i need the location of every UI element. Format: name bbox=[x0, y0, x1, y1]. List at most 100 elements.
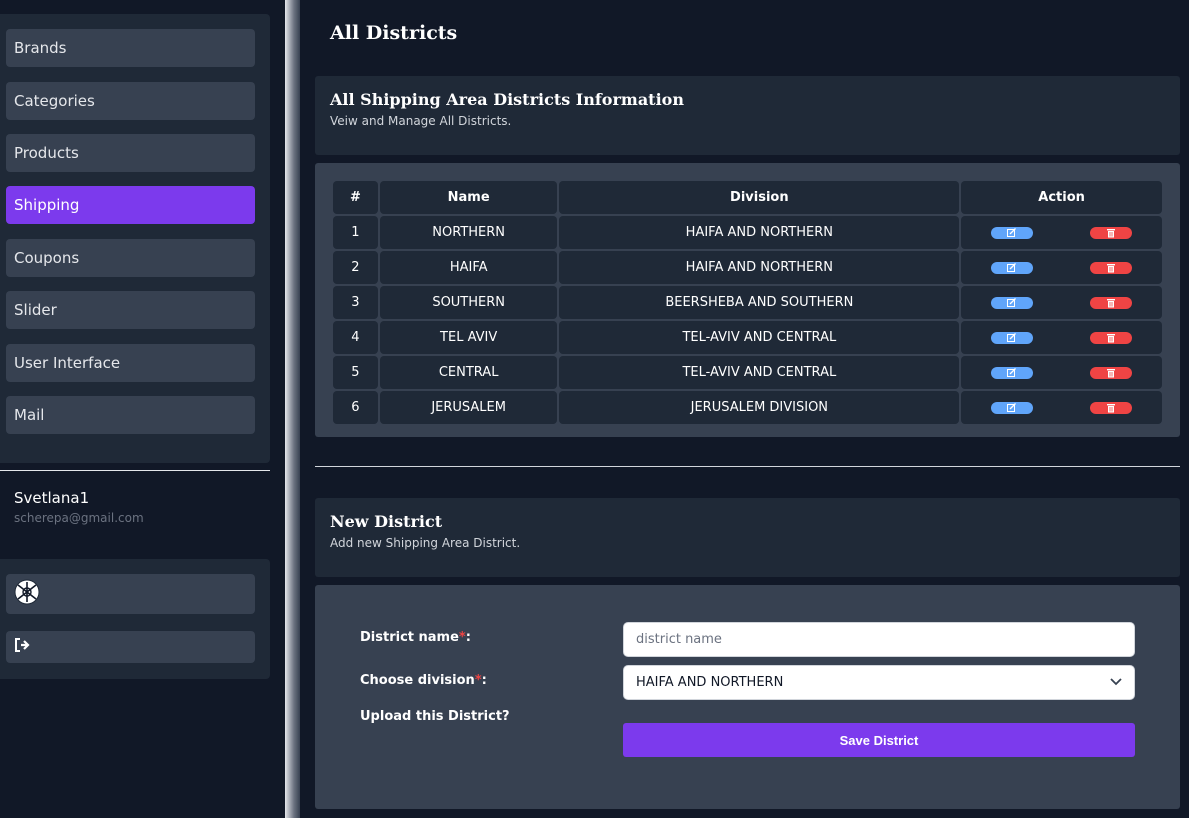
save-district-button[interactable]: Save District bbox=[623, 723, 1135, 757]
new-district-title: New District bbox=[330, 512, 443, 531]
row-division: TEL-AVIV AND CENTRAL bbox=[559, 356, 960, 389]
new-district-subtitle: Add new Shipping Area District. bbox=[330, 536, 521, 550]
profile-button[interactable] bbox=[6, 574, 255, 614]
new-district-form: District name*: Choose division*: HAIFA … bbox=[315, 585, 1180, 809]
row-division: HAIFA AND NORTHERN bbox=[559, 251, 960, 284]
districts-table-body: 1 NORTHERN HAIFA AND NORTHERN 2 HAIFA HAIFA A… bbox=[333, 216, 1162, 424]
sidebar-item-label: Mail bbox=[14, 406, 45, 424]
avatar-icon bbox=[14, 579, 40, 609]
trash-icon bbox=[1107, 263, 1115, 272]
districts-table-card: # Name Division Action 1 NORTHERN HAIFA AN… bbox=[315, 163, 1180, 437]
table-row: 3 SOUTHERN BEERSHEBA AND SOUTHERN bbox=[333, 286, 1162, 319]
row-actions bbox=[961, 356, 1162, 389]
district-name-label: District name*: bbox=[360, 630, 471, 645]
row-actions bbox=[961, 391, 1162, 424]
row-division: JERUSALEM DIVISION bbox=[559, 391, 960, 424]
row-number: 6 bbox=[333, 391, 378, 424]
sidebar: Brands Categories Products Shipping Coup… bbox=[0, 0, 285, 818]
districts-card-title: All Shipping Area Districts Information bbox=[330, 90, 684, 109]
row-division: TEL-AVIV AND CENTRAL bbox=[559, 321, 960, 354]
column-header-division: Division bbox=[559, 181, 960, 214]
edit-button[interactable] bbox=[991, 401, 1034, 414]
row-district-name: CENTRAL bbox=[379, 356, 558, 389]
edit-button[interactable] bbox=[991, 331, 1034, 344]
row-district-name: TEL AVIV bbox=[379, 321, 558, 354]
row-actions bbox=[961, 216, 1162, 249]
districts-card-subtitle: Veiw and Manage All Districts. bbox=[330, 114, 512, 128]
division-select[interactable]: HAIFA AND NORTHERN bbox=[623, 665, 1135, 700]
table-header-row: # Name Division Action bbox=[333, 181, 1162, 214]
districts-table: # Name Division Action 1 NORTHERN HAIFA AN… bbox=[331, 179, 1164, 426]
row-district-name: SOUTHERN bbox=[379, 286, 558, 319]
row-district-name: JERUSALEM bbox=[379, 391, 558, 424]
division-select-value: HAIFA AND NORTHERN bbox=[636, 675, 784, 690]
sidebar-nav: Brands Categories Products Shipping Coup… bbox=[0, 14, 270, 463]
chevron-down-icon bbox=[1110, 675, 1122, 690]
row-number: 3 bbox=[333, 286, 378, 319]
sidebar-item-shipping[interactable]: Shipping bbox=[6, 186, 255, 224]
row-division: BEERSHEBA AND SOUTHERN bbox=[559, 286, 960, 319]
sidebar-item-coupons[interactable]: Coupons bbox=[6, 239, 255, 277]
row-number: 1 bbox=[333, 216, 378, 249]
page-title: All Districts bbox=[330, 22, 458, 44]
row-number: 5 bbox=[333, 356, 378, 389]
edit-icon bbox=[1007, 227, 1017, 237]
sidebar-item-products[interactable]: Products bbox=[6, 134, 255, 172]
delete-button[interactable] bbox=[1090, 261, 1132, 274]
main-content: All Districts All Shipping Area District… bbox=[300, 0, 1189, 818]
row-district-name: NORTHERN bbox=[379, 216, 558, 249]
sidebar-utility-panel bbox=[0, 559, 270, 679]
edit-button[interactable] bbox=[991, 261, 1034, 274]
user-name: Svetlana1 bbox=[14, 489, 90, 507]
district-name-input[interactable] bbox=[623, 622, 1135, 657]
table-row: 1 NORTHERN HAIFA AND NORTHERN bbox=[333, 216, 1162, 249]
scroll-gutter bbox=[285, 0, 300, 818]
sidebar-item-label: Slider bbox=[14, 301, 57, 319]
delete-button[interactable] bbox=[1090, 401, 1132, 414]
logout-button[interactable] bbox=[6, 631, 255, 663]
row-division: HAIFA AND NORTHERN bbox=[559, 216, 960, 249]
sidebar-item-brands[interactable]: Brands bbox=[6, 29, 255, 67]
delete-button[interactable] bbox=[1090, 226, 1132, 239]
choose-division-label: Choose division*: bbox=[360, 673, 487, 688]
sidebar-item-label: Categories bbox=[14, 92, 95, 110]
sidebar-item-slider[interactable]: Slider bbox=[6, 291, 255, 329]
sidebar-item-label: Shipping bbox=[14, 196, 80, 214]
districts-card-header: All Shipping Area Districts Information … bbox=[315, 76, 1180, 155]
edit-icon bbox=[1007, 297, 1017, 307]
edit-icon bbox=[1007, 332, 1017, 342]
edit-icon bbox=[1007, 367, 1017, 377]
sidebar-item-user-interface[interactable]: User Interface bbox=[6, 344, 255, 382]
edit-button[interactable] bbox=[991, 296, 1034, 309]
sidebar-item-mail[interactable]: Mail bbox=[6, 396, 255, 434]
edit-icon bbox=[1007, 402, 1017, 412]
sidebar-item-label: Brands bbox=[14, 39, 67, 57]
delete-button[interactable] bbox=[1090, 366, 1132, 379]
row-number: 4 bbox=[333, 321, 378, 354]
trash-icon bbox=[1107, 368, 1115, 377]
delete-button[interactable] bbox=[1090, 331, 1132, 344]
upload-district-label: Upload this District? bbox=[360, 709, 510, 724]
row-actions bbox=[961, 251, 1162, 284]
delete-button[interactable] bbox=[1090, 296, 1132, 309]
sidebar-item-categories[interactable]: Categories bbox=[6, 82, 255, 120]
table-row: 6 JERUSALEM JERUSALEM DIVISION bbox=[333, 391, 1162, 424]
sidebar-item-label: User Interface bbox=[14, 354, 121, 372]
edit-button[interactable] bbox=[991, 226, 1034, 239]
sidebar-item-label: Products bbox=[14, 144, 79, 162]
section-divider bbox=[315, 466, 1180, 467]
new-district-card-header: New District Add new Shipping Area Distr… bbox=[315, 498, 1180, 577]
edit-icon bbox=[1007, 262, 1017, 272]
table-row: 2 HAIFA HAIFA AND NORTHERN bbox=[333, 251, 1162, 284]
trash-icon bbox=[1107, 333, 1115, 342]
table-row: 4 TEL AVIV TEL-AVIV AND CENTRAL bbox=[333, 321, 1162, 354]
row-number: 2 bbox=[333, 251, 378, 284]
table-row: 5 CENTRAL TEL-AVIV AND CENTRAL bbox=[333, 356, 1162, 389]
edit-button[interactable] bbox=[991, 366, 1034, 379]
row-actions bbox=[961, 286, 1162, 319]
sidebar-divider bbox=[0, 470, 270, 471]
trash-icon bbox=[1107, 403, 1115, 412]
column-header-number: # bbox=[333, 181, 378, 214]
column-header-action: Action bbox=[961, 181, 1162, 214]
trash-icon bbox=[1107, 228, 1115, 237]
